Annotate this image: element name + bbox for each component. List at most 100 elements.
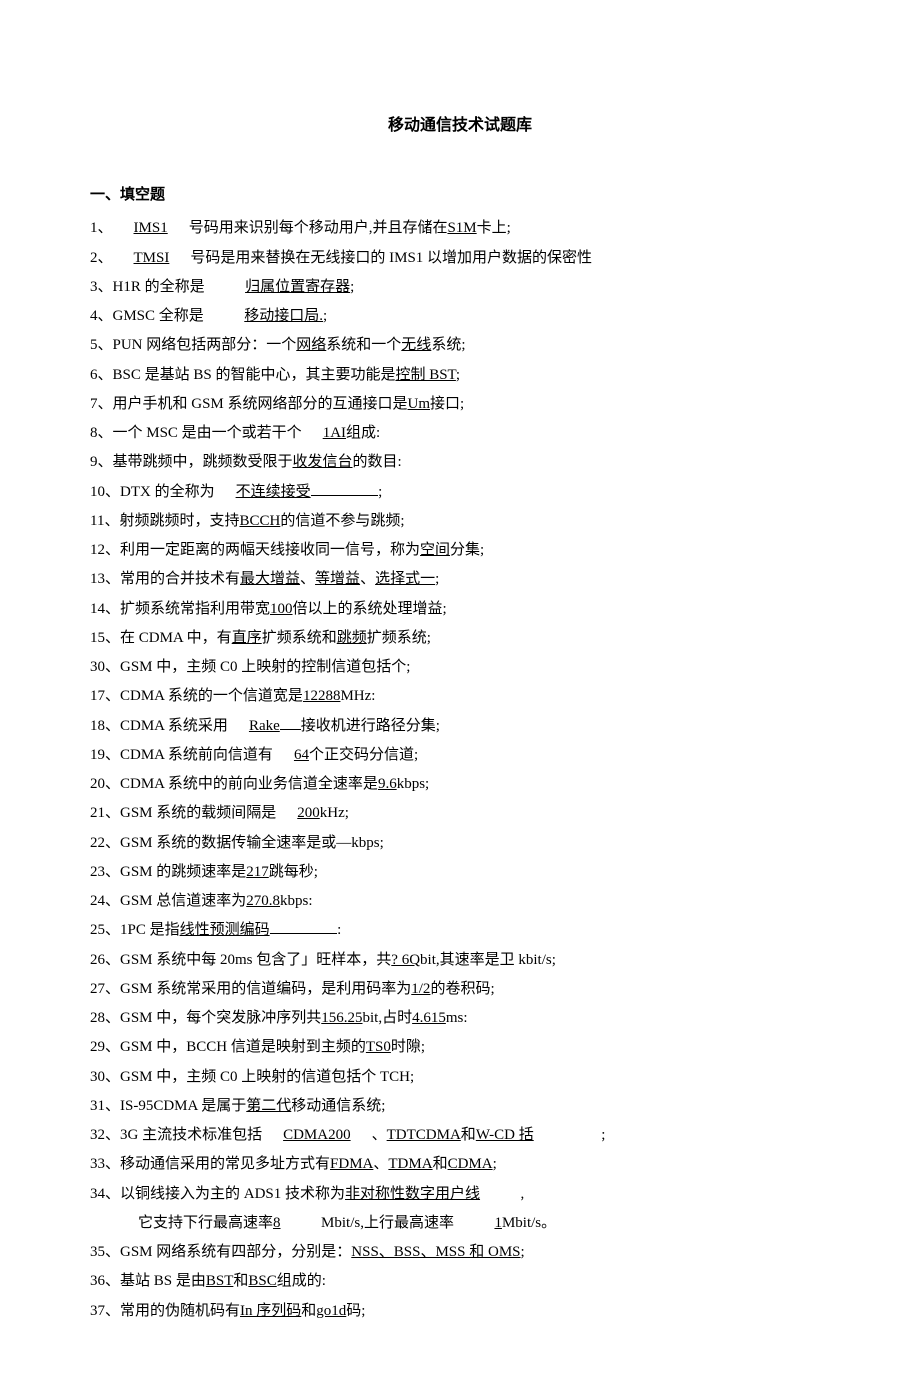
q-text: 19、CDMA 系统前向信道有 (90, 747, 273, 763)
question-6: 6、BSC 是基站 BS 的智能中心，其主要功能是控制 BST; (90, 361, 830, 390)
question-35: 35、GSM 网络系统有四部分，分别是：NSS、BSS、MSS 和 OMS; (90, 1238, 830, 1267)
q-text: 扩频系统; (367, 630, 431, 646)
q-text: 和 (433, 1156, 448, 1172)
blank: 1 (494, 1215, 502, 1231)
blank: CDMA (448, 1156, 493, 1172)
blank: 64 (294, 747, 309, 763)
document-title: 移动通信技术试题库 (90, 110, 830, 141)
blank: 等增益 (315, 571, 360, 587)
question-27: 27、GSM 系统常采用的信道编码，是利用码率为1/2的卷积码; (90, 975, 830, 1004)
blank: Um (408, 396, 431, 412)
question-7: 7、用户手机和 GSM 系统网络部分的互通接口是Um接口; (90, 390, 830, 419)
q-text: 23、GSM 的跳频速率是 (90, 864, 246, 880)
q-text: 、 (373, 1156, 388, 1172)
q-text: 26、GSM 系统中每 20ms 包含了」旺样本，共 (90, 952, 391, 968)
q-text: 的信道不参与跳频; (280, 513, 404, 529)
q-text: 11、射频跳频时，支持 (90, 513, 239, 529)
q-text: 21、GSM 系统的载频间隔是 (90, 805, 276, 821)
q-text: 跳每秒; (269, 864, 318, 880)
blank: 200 (297, 805, 320, 821)
blank: TDTCDMA (387, 1127, 461, 1143)
q-text: 个正交码分信道; (309, 747, 418, 763)
question-37: 37、常用的伪随机码有In 序列码和go1d码; (90, 1297, 830, 1326)
blank: BCCH (239, 513, 280, 529)
blank: BST (206, 1273, 234, 1289)
q-text: bit,其速率是卫 kbit/s; (420, 952, 556, 968)
question-11: 11、射频跳频时，支持BCCH的信道不参与跳频; (90, 507, 830, 536)
blank: 100 (270, 601, 293, 617)
q-text: Mbit/s,上行最高速率 (321, 1215, 454, 1231)
blank: S1M (447, 220, 476, 236)
blank: 移动接口局. (244, 308, 323, 324)
q-text: 接口; (430, 396, 464, 412)
q-text: 20、CDMA 系统中的前向业务信道全速率是 (90, 776, 378, 792)
q-text: 36、基站 BS 是由 (90, 1273, 206, 1289)
blank: FDMA (330, 1156, 373, 1172)
q-text: kHz; (320, 805, 349, 821)
q-text: 倍以上的系统处理增益; (293, 601, 447, 617)
q-text: 15、在 CDMA 中，有 (90, 630, 232, 646)
blank: CDMA200 (283, 1127, 351, 1143)
q-text: 扩频系统和 (262, 630, 337, 646)
q-text: 和 (301, 1303, 316, 1319)
blank: 270.8 (246, 893, 280, 909)
q-text: 分集; (450, 542, 484, 558)
q-text: ; (323, 308, 327, 324)
question-32: 32、3G 主流技术标准包括CDMA200、TDTCDMA和W-CD 括; (90, 1121, 830, 1150)
q-text: 组成的: (277, 1273, 326, 1289)
question-24: 24、GSM 总信道速率为270.8kbps: (90, 887, 830, 916)
q-text: 的卷积码; (430, 981, 494, 997)
question-1: 1、IMS1号码用来识别每个移动用户,并且存储在S1M卡上; (90, 214, 830, 243)
q-text: 4、GMSC 全称是 (90, 308, 204, 324)
question-23: 23、GSM 的跳频速率是217跳每秒; (90, 858, 830, 887)
blank: IMS1 (134, 220, 168, 236)
q-text: 6、BSC 是基站 BS 的智能中心，其主要功能是 (90, 367, 395, 383)
q-text: kbps: (280, 893, 313, 909)
blank: In 序列码 (240, 1303, 301, 1319)
blank: 1AI (323, 425, 346, 441)
blank: BSC (248, 1273, 276, 1289)
blank: 4.615 (412, 1010, 446, 1026)
blank: 跳频 (337, 630, 367, 646)
question-17: 17、CDMA 系统的一个信道宽是12288MHz: (90, 682, 830, 711)
question-14: 14、扩频系统常指利用带宽100倍以上的系统处理增益; (90, 595, 830, 624)
q-text: ; (378, 484, 382, 500)
q-text: ; (601, 1127, 605, 1143)
q-text: 27、GSM 系统常采用的信道编码，是利用码率为 (90, 981, 411, 997)
question-26: 26、GSM 系统中每 20ms 包含了」旺样本，共? 6Qbit,其速率是卫 … (90, 946, 830, 975)
q-text: 17、CDMA 系统的一个信道宽是 (90, 688, 303, 704)
q-text: 、 (360, 571, 375, 587)
question-36: 36、基站 BS 是由BST和BSC组成的: (90, 1267, 830, 1296)
q-text: 10、DTX 的全称为 (90, 484, 215, 500)
q-text: 的数目: (353, 454, 402, 470)
question-34: 34、以铜线接入为主的 ADS1 技术称为非对称性数字用户线, (90, 1180, 830, 1209)
blank: 网络 (296, 337, 326, 353)
question-5: 5、PUN 网络包括两部分：一个网络系统和一个无线系统; (90, 331, 830, 360)
question-15: 15、在 CDMA 中，有直序扩频系统和跳频扩频系统; (90, 624, 830, 653)
blank: 线性预测编码 (180, 922, 270, 938)
q-text: 系统; (431, 337, 465, 353)
q-text: ; (493, 1156, 497, 1172)
q-text: 32、3G 主流技术标准包括 (90, 1127, 262, 1143)
section-heading: 一、填空题 (90, 181, 830, 210)
blank: 非对称性数字用户线 (345, 1186, 480, 1202)
blank: go1d (316, 1303, 346, 1319)
question-25: 25、1PC 是指线性预测编码: (90, 916, 830, 945)
blank: NSS、BSS、MSS 和 OMS (351, 1244, 520, 1260)
blank: 最大增益 (240, 571, 300, 587)
question-33: 33、移动通信采用的常见多址方式有FDMA、TDMA和CDMA; (90, 1150, 830, 1179)
question-2: 2、TMSI号码是用来替换在无线接口的 IMS1 以增加用户数据的保密性 (90, 244, 830, 273)
blank: 归属位置寄存器 (245, 279, 350, 295)
q-text: MHz: (340, 688, 375, 704)
question-18: 18、CDMA 系统采用Rake接收机进行路径分集; (90, 712, 830, 741)
blank: 空间 (420, 542, 450, 558)
question-28: 28、GSM 中，每个突发脉冲序列共156.25bit,占时4.615ms: (90, 1004, 830, 1033)
blank: 直序 (232, 630, 262, 646)
question-13: 13、常用的合并技术有最大增益、等增益、选择式一; (90, 565, 830, 594)
q-text: bit,占时 (363, 1010, 413, 1026)
question-10: 10、DTX 的全称为不连续接受; (90, 478, 830, 507)
blank: 217 (246, 864, 269, 880)
q-text: 号码用来识别每个移动用户,并且存储在 (189, 220, 448, 236)
q-text: 30、GSM 中，主频 C0 上映射的信道包括个 TCH; (90, 1069, 414, 1085)
blank: 收发信台 (293, 454, 353, 470)
